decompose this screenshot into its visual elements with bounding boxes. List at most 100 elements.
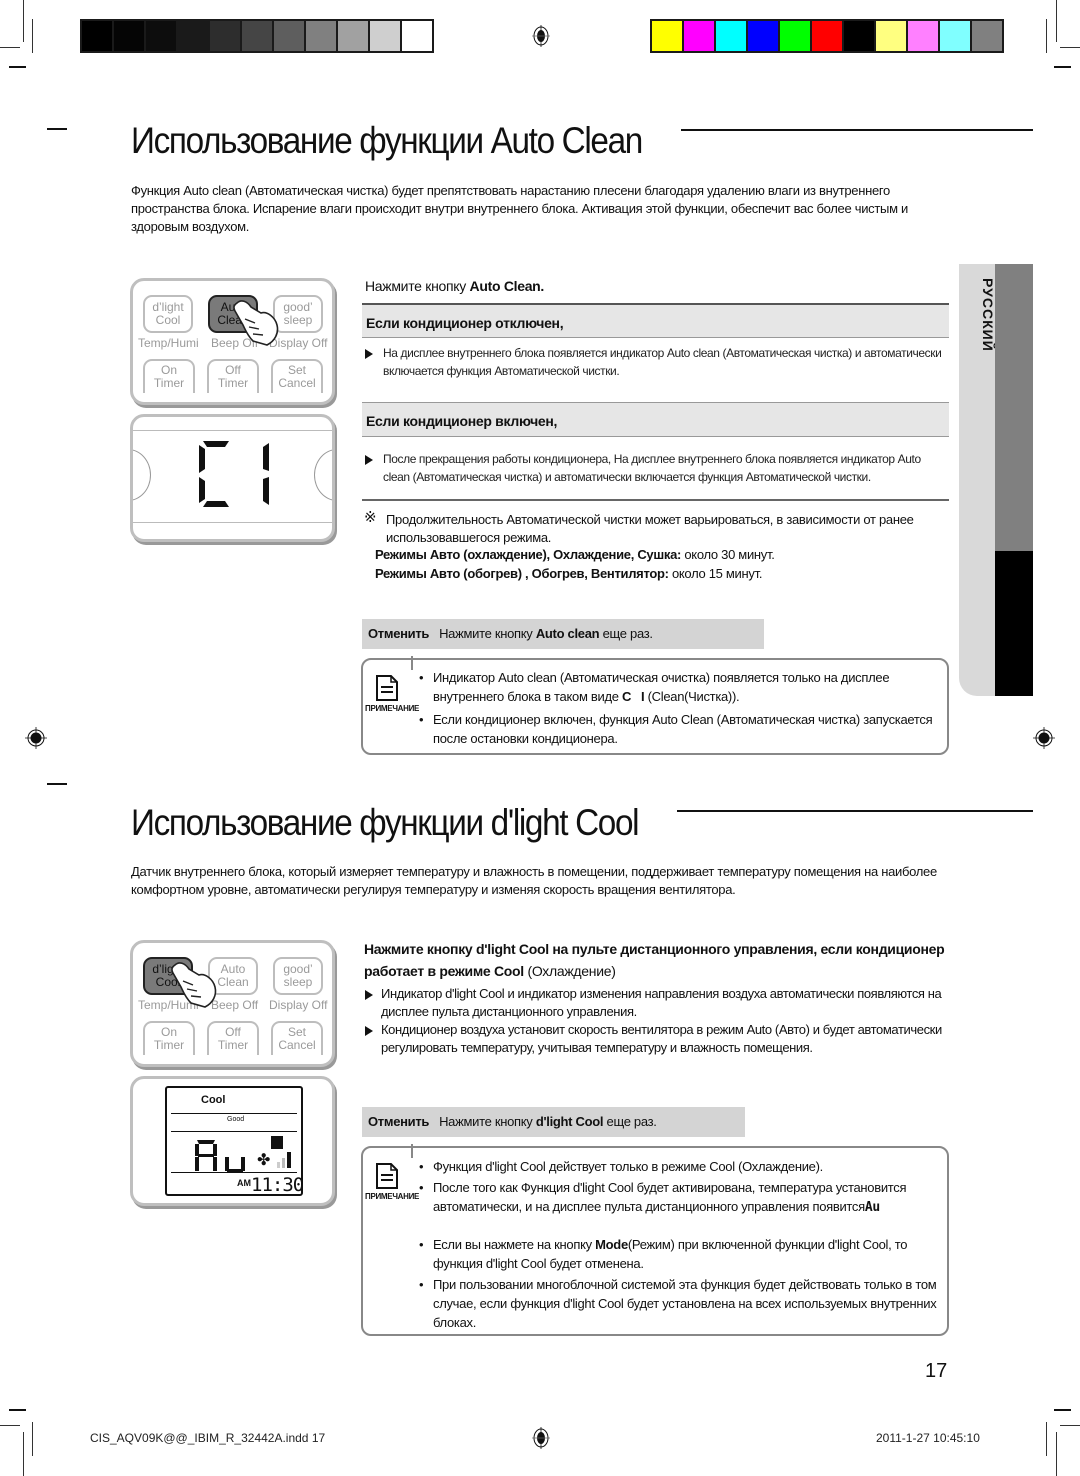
case-off-text: На дисплее внутреннего блока появляется … [383, 346, 942, 378]
title-rule [677, 810, 1033, 812]
color-swatch [716, 21, 746, 51]
remote-button-good-sleep: good’ sleep [273, 957, 323, 995]
remark-symbol-icon: ※ [364, 509, 377, 526]
indoor-unit-display-illustration [130, 414, 335, 542]
remote-lcd-illustration: Cool Good ✤ AM 11:30 [130, 1076, 335, 1206]
language-label: РУССКИЙ [980, 278, 996, 352]
registration-mark-icon [532, 25, 550, 47]
color-swatch [146, 21, 176, 51]
c1-segment-display [199, 441, 269, 507]
color-swatch [306, 21, 336, 51]
note-box-dlight-cool: ПРИМЕЧАНИЕ • Функция d'light Cool действу… [361, 1144, 949, 1336]
color-swatch [178, 21, 208, 51]
crop-mark [9, 66, 26, 68]
color-swatch [812, 21, 842, 51]
note-item: • Если кондиционер включен, функция Auto … [419, 712, 933, 746]
note-item: • При пользовании многоблочной системой э… [419, 1277, 937, 1330]
remark-text: Продолжительность Автоматической чистки … [386, 512, 914, 545]
step-instruction: Нажмите кнопку d'light Cool на пульте ди… [364, 941, 945, 979]
bullet-triangle-icon [365, 349, 373, 359]
color-swatch [114, 21, 144, 51]
footer-filename: CIS_AQV09K@@_IBIM_R_32442A.indd 17 [90, 1431, 326, 1445]
case-on-text: После прекращения работы кондиционера, Н… [383, 452, 921, 484]
page-number: 17 [925, 1360, 948, 1382]
color-swatch [844, 21, 874, 51]
cancel-instruction: Отменить Нажмите кнопку d'light Cool еще… [362, 1107, 745, 1137]
remote-button-off-timer: Off Timer [207, 359, 259, 393]
note-document-icon [376, 1163, 398, 1189]
section-title-dlight-cool: Использование функции d'light Cool [131, 802, 640, 843]
cmyk-color-bar [650, 19, 1004, 53]
remote-button-dlight-cool: d’light Cool [143, 295, 193, 333]
registration-mark-icon [25, 727, 47, 749]
pointing-hand-icon [233, 300, 279, 346]
color-swatch [402, 21, 432, 51]
section-mark [47, 783, 67, 785]
remote-button-off-timer: Off Timer [207, 1021, 259, 1055]
case-off-heading: Если кондиционер отключен, [362, 303, 949, 338]
dlight-bullet: Кондиционер воздуха установит скорость в… [381, 1022, 942, 1055]
note-box-auto-clean: ПРИМЕЧАНИЕ • Индикатор Auto clean (Автома… [361, 656, 949, 755]
remote-button-on-timer: On Timer [143, 1021, 195, 1055]
bullet-triangle-icon [365, 455, 373, 465]
color-swatch [748, 21, 778, 51]
crop-mark [1054, 66, 1071, 68]
note-label: ПРИМЕЧАНИЕ [365, 1192, 420, 1201]
color-swatch [370, 21, 400, 51]
dlight-cool-intro: Датчик внутреннего блока, который измеря… [131, 864, 937, 897]
crop-mark [1060, 1425, 1080, 1426]
remote-button-set-cancel: Set Cancel [271, 359, 323, 393]
color-swatch [210, 21, 240, 51]
note-document-icon [376, 675, 398, 701]
pointing-hand-icon [171, 962, 217, 1008]
registration-mark-icon [532, 1427, 550, 1449]
remark-duration-heating: Режимы Авто (обогрев) , Обогрев, Вентиля… [375, 566, 763, 581]
color-swatch [908, 21, 938, 51]
dlight-bullet: Индикатор d'light Cool и индикатор измен… [381, 986, 942, 1019]
crop-mark [1056, 0, 1057, 42]
grayscale-color-bar [80, 19, 434, 53]
color-swatch [338, 21, 368, 51]
note-tick [411, 656, 413, 670]
color-swatch [684, 21, 714, 51]
fan-icon: ✤ [257, 1152, 271, 1169]
crop-mark [1054, 1409, 1071, 1411]
remote-button-on-timer: On Timer [143, 359, 195, 393]
divider [362, 499, 949, 501]
case-on-heading: Если кондиционер включен, [362, 402, 949, 437]
title-rule [681, 129, 1033, 131]
crop-mark [23, 1432, 24, 1476]
color-swatch [780, 21, 810, 51]
section-title-auto-clean: Использование функции Auto Clean [131, 120, 643, 161]
crop-mark [32, 1422, 33, 1456]
color-swatch [274, 21, 304, 51]
crop-mark [0, 47, 20, 48]
thumb-index-black [995, 551, 1033, 696]
color-swatch [940, 21, 970, 51]
note-tick [411, 1144, 413, 1158]
section-mark [47, 128, 67, 130]
fan-speed-bars [287, 1152, 291, 1168]
remote-control-illustration: d’light Cool Auto Clean good’ sleep Temp/Hu… [130, 940, 335, 1067]
crop-mark [23, 0, 24, 42]
remote-control-illustration: d’light Cool Auto Clean good’ sleep Temp/Hu… [130, 278, 335, 405]
remote-label-display-off: Display Off [269, 998, 328, 1012]
lcd-screen: Cool Good ✤ AM 11:30 [165, 1086, 304, 1196]
color-swatch [242, 21, 272, 51]
bullet-triangle-icon [365, 990, 373, 1000]
crop-mark [9, 1409, 26, 1411]
note-item: • Если вы нажмете на кнопку Mode(Режим) п… [419, 1237, 908, 1271]
remark-duration-cooling: Режимы Авто (охлаждение), Охлаждение, Су… [375, 547, 775, 562]
lcd-mode: Cool [201, 1094, 226, 1106]
crop-mark [1046, 1422, 1047, 1456]
crop-mark [32, 19, 33, 53]
swing-icon [271, 1136, 283, 1149]
auto-clean-intro: Функция Auto clean (Автоматическая чистк… [131, 183, 908, 234]
note-label: ПРИМЕЧАНИЕ [365, 704, 420, 713]
crop-mark [1056, 1432, 1057, 1476]
color-swatch [972, 21, 1002, 51]
footer-timestamp: 2011-1-27 10:45:10 [876, 1431, 980, 1445]
lcd-ampm: AM [237, 1178, 251, 1188]
good-icon: Good [227, 1116, 245, 1123]
bullet-triangle-icon [365, 1026, 373, 1036]
